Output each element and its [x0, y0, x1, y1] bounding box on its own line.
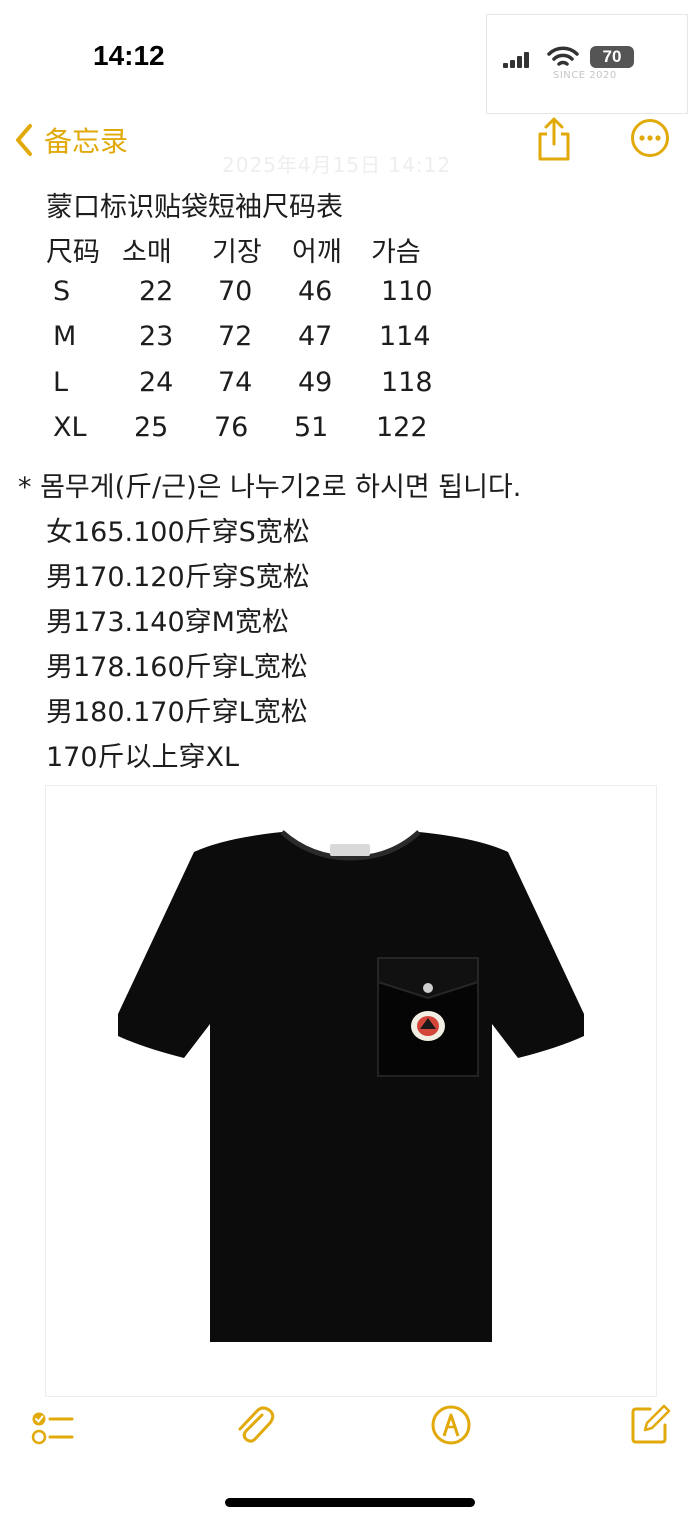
- size-recommendation: 男173.140穿M宽松: [46, 607, 289, 638]
- cellular-signal-icon: [503, 52, 533, 68]
- tshirt-image: [118, 830, 584, 1342]
- table-cell: 51: [294, 412, 329, 443]
- product-image[interactable]: [45, 785, 657, 1397]
- table-cell: 24: [139, 367, 174, 398]
- status-time: 14:12: [93, 40, 165, 71]
- share-icon[interactable]: [535, 116, 573, 162]
- status-bar: 14:12 70 SINCE 2020: [0, 0, 700, 114]
- weight-note: * 몸무게(斤/근)은 나누기2로 하시면 됩니다.: [18, 472, 522, 503]
- table-cell: M: [53, 321, 77, 352]
- table-cell: S: [53, 276, 71, 307]
- table-row: S 22 70 46 110: [0, 276, 700, 321]
- table-cell: 114: [379, 321, 431, 352]
- table-cell: 23: [139, 321, 174, 352]
- table-cell: 72: [218, 321, 253, 352]
- table-header-cell: 기장: [212, 237, 262, 268]
- table-cell: 118: [381, 367, 433, 398]
- ellipsis-circle-icon[interactable]: [630, 118, 670, 158]
- table-header-cell: 소매: [122, 237, 172, 268]
- table-cell: 110: [381, 276, 433, 307]
- table-row: M 23 72 47 114: [0, 321, 700, 366]
- compose-icon[interactable]: [628, 1403, 672, 1447]
- checklist-icon[interactable]: [30, 1407, 74, 1451]
- table-cell: 70: [218, 276, 253, 307]
- table-header-cell: 가슴: [371, 237, 421, 268]
- note-date: 2025年4月15日 14:12: [222, 153, 452, 177]
- table-cell: 47: [298, 321, 333, 352]
- table-row: L 24 74 49 118: [0, 367, 700, 412]
- table-cell: L: [53, 367, 69, 398]
- size-recommendation: 男180.170斤穿L宽松: [46, 697, 308, 728]
- size-recommendation: 男178.160斤穿L宽松: [46, 652, 308, 683]
- note-title: 蒙口标识贴袋短袖尺码表: [46, 192, 343, 223]
- table-cell: 25: [134, 412, 169, 443]
- table-cell: 122: [376, 412, 428, 443]
- table-header-cell: 尺码: [46, 237, 100, 268]
- size-recommendation: 男170.120斤穿S宽松: [46, 562, 310, 593]
- size-recommendation: 女165.100斤穿S宽松: [46, 517, 310, 548]
- table-cell: 22: [139, 276, 174, 307]
- bottom-toolbar: [0, 1395, 700, 1465]
- table-cell: XL: [53, 412, 87, 443]
- table-cell: 74: [218, 367, 253, 398]
- chevron-left-icon: [16, 124, 32, 156]
- battery-indicator: 70: [590, 46, 634, 68]
- table-row: XL 25 76 51 122: [0, 412, 700, 457]
- back-button[interactable]: 备忘录: [14, 120, 128, 160]
- wifi-icon: [547, 46, 579, 66]
- paperclip-icon[interactable]: [232, 1403, 276, 1447]
- table-cell: 76: [214, 412, 249, 443]
- back-button-label: 备忘录: [44, 125, 129, 158]
- home-indicator[interactable]: [225, 1498, 475, 1507]
- status-watermark: SINCE 2020: [553, 70, 617, 81]
- table-cell: 46: [298, 276, 333, 307]
- markup-pen-icon[interactable]: [429, 1403, 473, 1447]
- table-header-row: 尺码 소매 기장 어깨 가슴: [0, 230, 700, 275]
- size-recommendation: 170斤以上穿XL: [46, 742, 240, 773]
- table-cell: 49: [298, 367, 333, 398]
- table-header-cell: 어깨: [292, 237, 342, 268]
